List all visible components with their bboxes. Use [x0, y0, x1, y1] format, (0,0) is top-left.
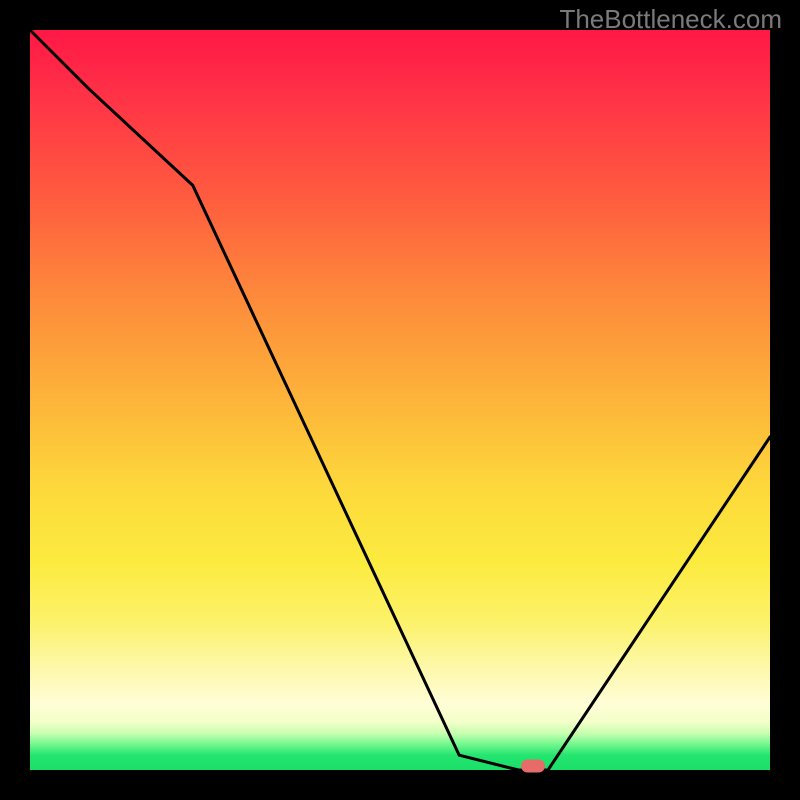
watermark-text: TheBottleneck.com — [559, 4, 782, 35]
chart-root: TheBottleneck.com — [0, 0, 800, 800]
bottleneck-curve — [30, 30, 770, 770]
plot-area — [30, 30, 770, 770]
curve-layer — [30, 30, 770, 770]
optimal-marker — [521, 760, 545, 773]
